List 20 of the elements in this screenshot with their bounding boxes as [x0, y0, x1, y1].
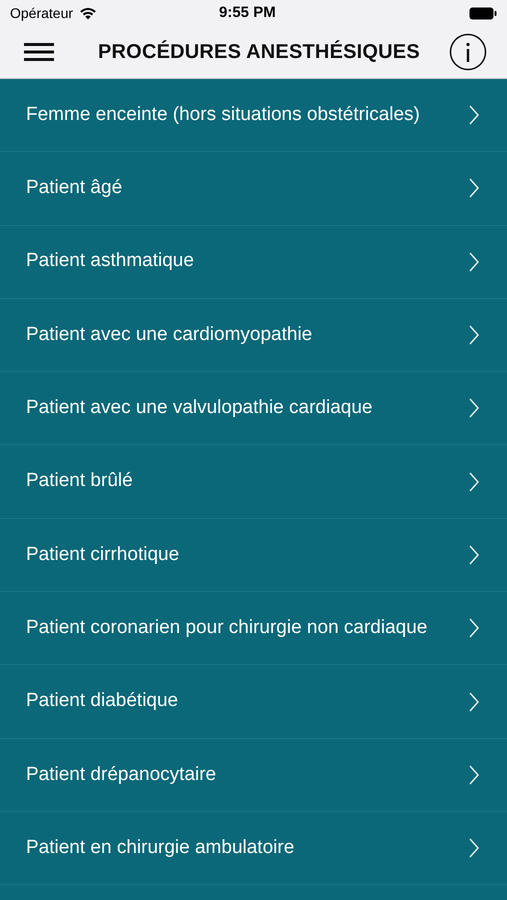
chevron-icon: [469, 472, 479, 492]
status-time: 9:55 PM: [219, 2, 276, 23]
menu-icon[interactable]: [24, 42, 54, 62]
wifi-icon: [79, 6, 98, 20]
chevron-icon: [469, 764, 479, 785]
chevron-icon: [469, 398, 479, 418]
chevron-icon: [469, 838, 479, 858]
chevron-icon: [469, 178, 479, 198]
chevron-icon: [469, 252, 479, 272]
list-item[interactable]: Patient asthmatique: [0, 226, 507, 299]
info-icon[interactable]: [449, 33, 487, 71]
chevron-icon: [469, 325, 479, 346]
chevron-icon: [469, 692, 479, 712]
carrier-name: Opérateur: [10, 4, 74, 23]
battery-icon: [469, 6, 497, 20]
page-title: PROCÉDURES ANESTHÉSIQUES: [98, 39, 420, 65]
chevron-icon: [469, 544, 479, 565]
chevron-icon: [469, 618, 479, 638]
list-item[interactable]: Patient drépanocytaire: [0, 738, 507, 812]
chevron-icon: [469, 105, 479, 126]
